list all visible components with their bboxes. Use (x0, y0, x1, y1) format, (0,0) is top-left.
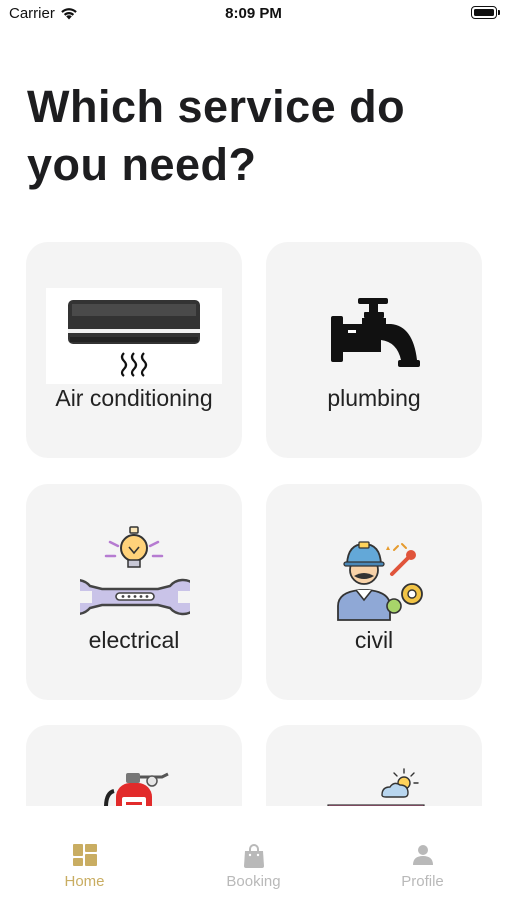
tab-bar: Home Booking Profile (0, 808, 507, 900)
worker-icon (330, 536, 426, 622)
service-label: electrical (88, 627, 180, 653)
fire-extinguisher-icon (100, 769, 176, 806)
tab-profile[interactable]: Profile (338, 808, 507, 900)
service-card-civil[interactable]: civil (266, 484, 482, 700)
person-icon (412, 845, 433, 865)
status-bar: Carrier 8:09 PM (0, 0, 507, 30)
service-card-fire-safety[interactable] (26, 725, 242, 806)
battery-icon (471, 6, 500, 19)
tab-label: Booking (226, 873, 281, 890)
service-card-air-conditioning[interactable]: Air conditioning (26, 242, 242, 458)
tab-label: Home (64, 873, 105, 890)
page-title: Which service do you need? (27, 81, 406, 190)
tab-label: Profile (401, 873, 444, 890)
shopping-bag-icon (243, 844, 264, 868)
air-conditioner-icon (46, 288, 222, 384)
service-card-outdoor[interactable] (266, 725, 482, 806)
service-card-plumbing[interactable]: plumbing (266, 242, 482, 458)
tab-home[interactable]: Home (0, 808, 169, 900)
tab-booking[interactable]: Booking (169, 808, 338, 900)
status-time: 8:09 PM (225, 5, 282, 22)
home-grid-icon (72, 844, 97, 866)
service-label: plumbing (327, 385, 421, 411)
faucet-icon (328, 294, 424, 378)
service-card-electrical[interactable]: electrical (26, 484, 242, 700)
service-label: Air conditioning (55, 385, 213, 411)
bulb-wrench-icon (58, 524, 202, 624)
service-grid[interactable]: Air conditioning plumbing electrical civ… (0, 240, 507, 806)
service-label: civil (354, 627, 394, 653)
table-sun-icon (326, 765, 426, 806)
